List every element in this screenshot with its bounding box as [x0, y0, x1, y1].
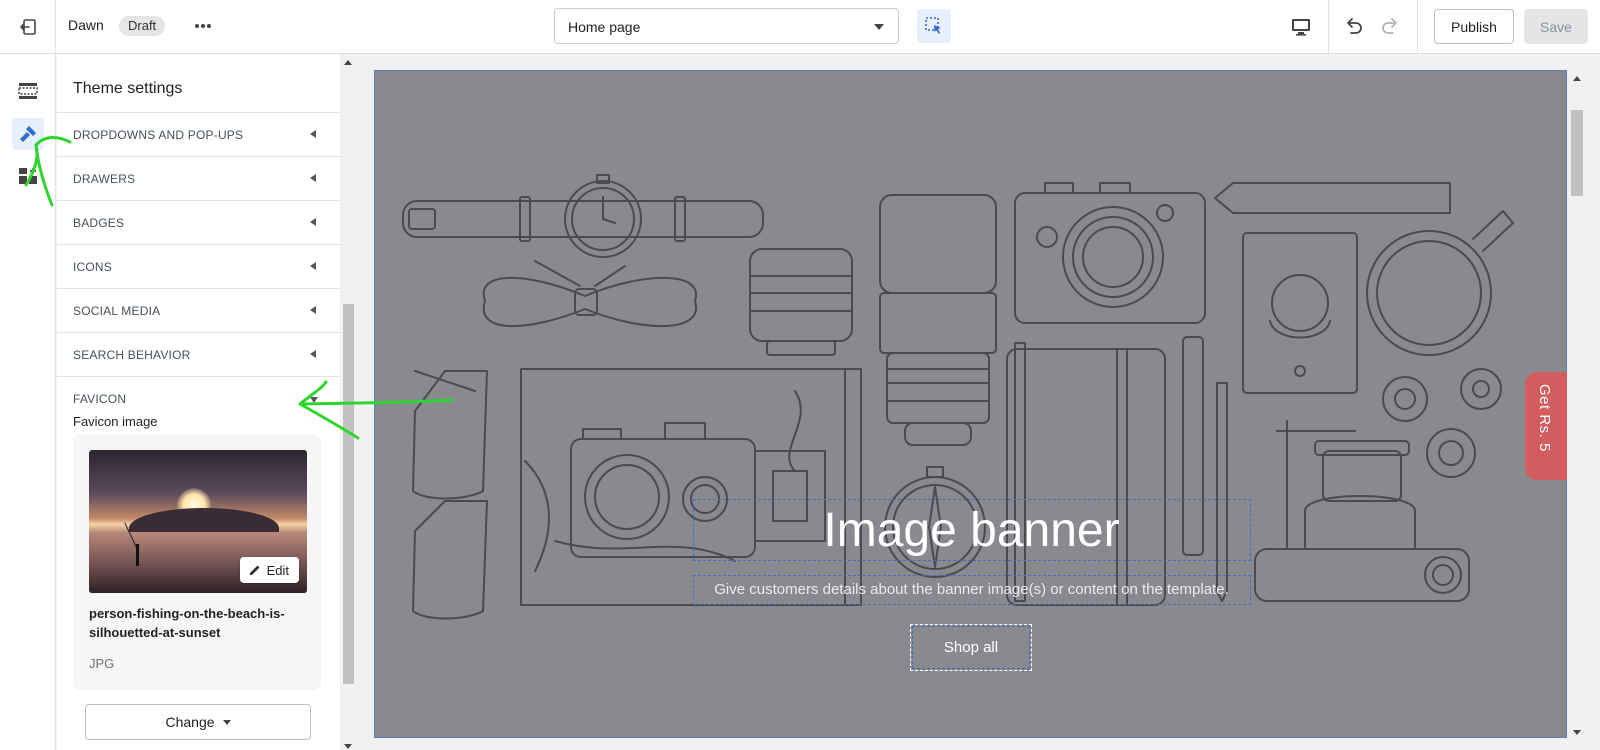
section-dropdowns-and-popups[interactable]: DROPDOWNS AND POP-UPS [57, 113, 340, 157]
caret-left-icon [310, 174, 316, 182]
scroll-down-icon[interactable] [344, 744, 352, 749]
chevron-down-icon [222, 719, 231, 725]
file-name: person-fishing-on-the-beach-is-silhouett… [89, 606, 285, 640]
top-bar: Dawn Draft Home page Publish Save [0, 0, 1600, 54]
undo-icon [1347, 18, 1362, 34]
section-badges[interactable]: BADGES [57, 201, 340, 245]
caret-left-icon [310, 130, 316, 138]
image-picker-card: Edit person-fishing-on-the-beach-is-silh… [73, 434, 321, 690]
theme-name: Dawn [68, 17, 104, 33]
divider [1328, 0, 1329, 53]
section-label: DROPDOWNS AND POP-UPS [73, 128, 244, 142]
section-label: SOCIAL MEDIA [73, 304, 161, 318]
caret-down-icon [310, 397, 318, 403]
section-label: ICONS [73, 260, 113, 274]
save-button[interactable]: Save [1524, 9, 1588, 44]
banner-subheading[interactable]: Give customers details about the banner … [375, 581, 1566, 598]
section-label: DRAWERS [73, 172, 136, 186]
favicon-image-label: Favicon image [73, 414, 158, 429]
banner-heading[interactable]: Image banner [375, 503, 1566, 558]
exit-icon [19, 18, 36, 35]
theme-settings-icon [20, 126, 36, 142]
exit-button[interactable] [0, 0, 56, 53]
caret-left-icon [310, 262, 316, 270]
theme-settings-nav-button[interactable] [12, 118, 44, 150]
shop-all-button[interactable]: Shop all [910, 624, 1032, 671]
sections-nav-button[interactable] [12, 75, 44, 107]
apps-nav-button[interactable] [12, 161, 44, 193]
select-cursor-icon [925, 17, 941, 34]
caret-left-icon [310, 350, 316, 358]
storefront-preview[interactable]: Image banner Give customers details abou… [374, 70, 1567, 738]
chevron-down-icon [874, 24, 884, 30]
apps-icon [19, 168, 37, 184]
redo-icon [1382, 18, 1397, 34]
caret-left-icon [310, 218, 316, 226]
file-type: JPG [89, 656, 115, 671]
section-label: FAVICON [73, 392, 127, 406]
edit-label: Edit [266, 562, 289, 578]
fisher-silhouette [136, 544, 139, 566]
preview-scrollbar[interactable] [1568, 54, 1586, 750]
inspector-toggle[interactable] [917, 9, 951, 43]
undo-button[interactable] [1340, 12, 1368, 40]
section-drawers[interactable]: DRAWERS [57, 157, 340, 201]
section-label: SEARCH BEHAVIOR [73, 348, 191, 362]
publish-button[interactable]: Publish [1434, 9, 1514, 44]
page-selector-value: Home page [568, 19, 641, 35]
more-actions-button[interactable] [190, 13, 216, 39]
favicon-thumbnail[interactable]: Edit [89, 450, 307, 593]
pencil-icon [249, 565, 260, 575]
section-label: BADGES [73, 216, 125, 230]
section-search-behavior[interactable]: SEARCH BEHAVIOR [57, 333, 340, 377]
scroll-up-icon[interactable] [1573, 76, 1581, 81]
sections-icon [18, 83, 38, 99]
status-badge: Draft [119, 16, 166, 36]
device-preview-button[interactable] [1287, 13, 1315, 41]
scrollbar-thumb[interactable] [1571, 110, 1583, 196]
scroll-up-icon[interactable] [344, 60, 352, 65]
promo-tab[interactable]: Get Rs. 5 [1525, 372, 1567, 480]
page-selector[interactable]: Home page [554, 8, 899, 44]
theme-settings-panel: Theme settings DROPDOWNS AND POP-UPS DRA… [57, 54, 340, 750]
divider [1417, 0, 1418, 53]
scrollbar-thumb[interactable] [343, 304, 354, 684]
redo-button[interactable] [1376, 12, 1404, 40]
change-image-button[interactable]: Change [85, 704, 311, 740]
panel-title: Theme settings [73, 80, 183, 97]
edit-image-button[interactable]: Edit [239, 557, 299, 583]
promo-tab-label: Get Rs. 5 [1536, 384, 1553, 452]
ellipsis-icon [195, 24, 211, 28]
section-social-media[interactable]: SOCIAL MEDIA [57, 289, 340, 333]
desktop-icon [1292, 19, 1310, 36]
scroll-down-icon[interactable] [1573, 730, 1581, 735]
section-icons[interactable]: ICONS [57, 245, 340, 289]
change-label: Change [165, 714, 215, 730]
left-rail [0, 54, 56, 750]
panel-scrollbar[interactable] [340, 54, 357, 750]
caret-left-icon [310, 306, 316, 314]
